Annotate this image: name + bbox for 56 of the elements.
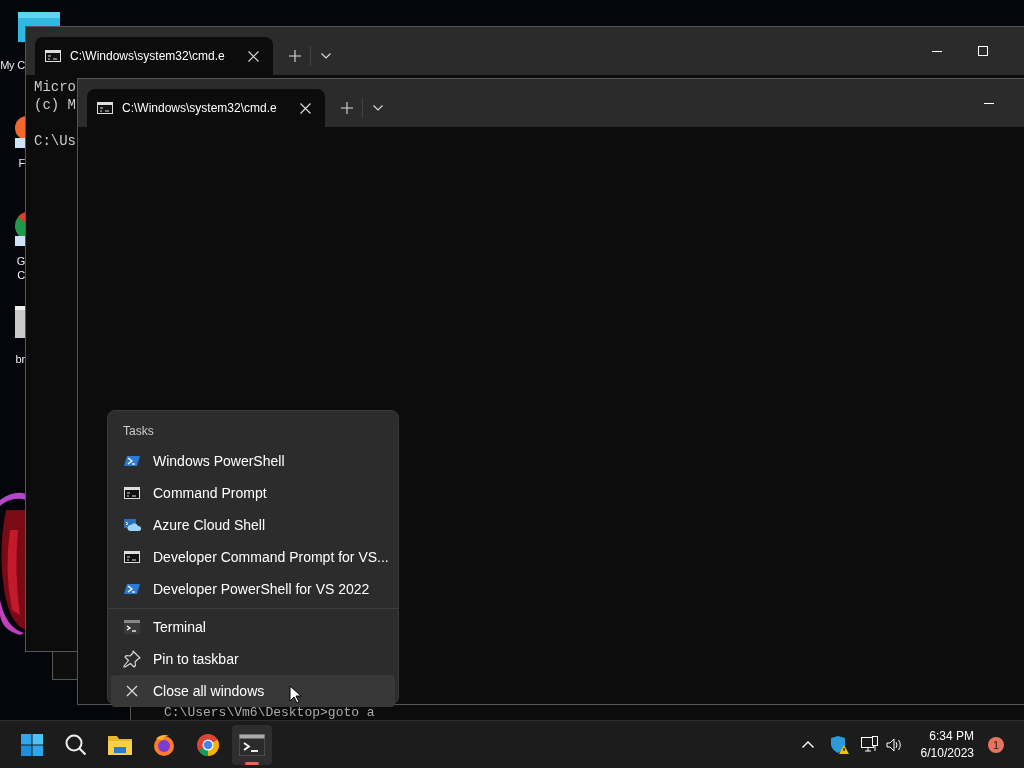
minimize-icon [984,102,994,104]
tab-close-button[interactable] [245,48,261,64]
menu-item[interactable]: Developer Command Prompt for VS... [111,541,395,573]
shortcut-label: F [18,156,25,170]
console-icon [124,487,140,499]
console-line: (c) M [34,96,76,114]
menu-item[interactable]: Pin to taskbar [111,643,395,675]
console-line: Micro [34,78,76,96]
shield-warning-icon [829,734,850,755]
close-icon [299,102,311,114]
terminal-icon[interactable] [239,733,265,756]
notification-badge[interactable]: 1 [988,736,1004,753]
pin-icon [123,650,141,668]
console-line: C:\Users\Vm6\Desktop>goto a [164,706,375,720]
shortcut-label: br [15,352,25,366]
section-heading: Tasks [122,423,155,440]
prompt-icon [124,453,140,469]
chevron-icon [373,105,383,111]
menu-item[interactable]: Developer PowerShell for VS 2022 [111,573,395,605]
chevron-up-icon [801,741,814,748]
menu-item[interactable]: Close all windows [111,675,395,707]
close-icon [247,50,259,62]
network-icon [860,736,879,753]
chevron-icon [321,53,331,59]
shortcut-label: My C [0,58,25,72]
cloud-console-icon [123,518,141,532]
console-icon [124,551,140,563]
plus-icon [341,102,353,114]
tab-close-button[interactable] [297,100,313,116]
browser-icon[interactable] [152,732,176,757]
time-text: 6:34 PM [929,727,974,745]
date-text: 6/10/2023 [920,744,974,762]
terminal-tab[interactable]: C:\Windows\system32\cmd.e [35,37,273,75]
terminal-tab[interactable]: C:\Windows\system32\cmd.e [87,89,325,127]
console-icon [45,50,61,62]
start-icon[interactable] [20,732,44,757]
minimize-icon [932,50,942,52]
search-icon[interactable] [64,732,88,757]
menu-item[interactable]: Terminal [111,611,395,643]
console-line: C:\Us [34,132,76,150]
menu-item[interactable]: Command Prompt [111,477,395,509]
terminal-icon [124,620,140,634]
round-browser-icon[interactable] [196,732,220,757]
taskbar-button[interactable] [232,724,272,765]
clock[interactable]: 6:34 PM 6/10/2023 [914,724,980,765]
speaker-icon [885,737,902,752]
console-icon [97,102,113,114]
close-icon [126,685,138,697]
plus-icon [289,50,301,62]
running-indicator [245,761,259,765]
prompt-icon [124,581,140,597]
cursor-icon [289,685,302,704]
shortcut-label: G C [16,254,25,282]
maximize-icon [978,46,988,56]
menu-item[interactable]: Windows PowerShell [111,445,395,477]
menu-item[interactable]: Azure Cloud Shell [111,509,395,541]
